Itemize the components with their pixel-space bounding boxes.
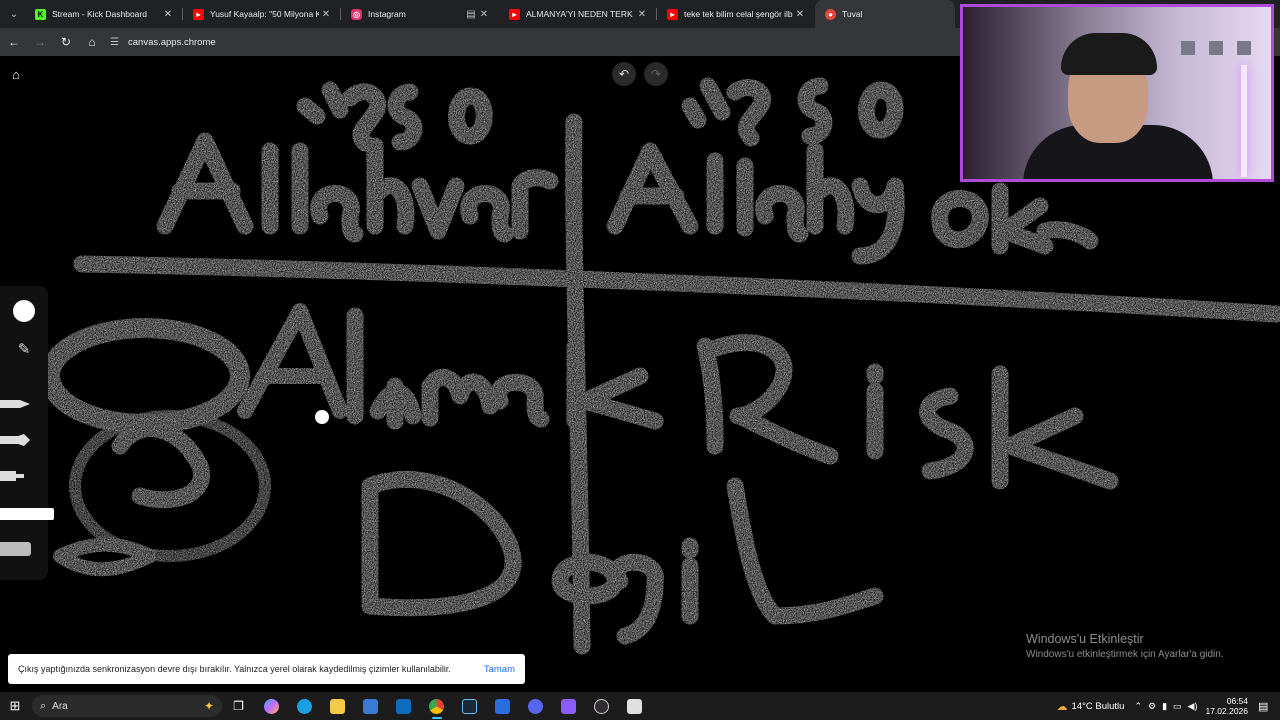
notifications-icon[interactable]: ▤ — [1258, 700, 1276, 713]
windows-start-icon[interactable]: ⊞ — [0, 692, 30, 720]
tab-youtube-3[interactable]: ▸ teke tek bilim celal şengör ilber ✕ — [657, 0, 815, 28]
activation-title: Windows'u Etkinleştir — [1026, 632, 1144, 646]
tab-close-icon[interactable]: ✕ — [477, 9, 491, 20]
snackbar-message: Çıkış yaptığınızda senkronizasyon devre … — [18, 664, 451, 674]
shelf-item — [1237, 41, 1251, 55]
tab-search-chevron-icon[interactable]: ⌄ — [3, 3, 25, 25]
marker-tool-icon[interactable] — [0, 434, 32, 446]
redo-icon[interactable]: ↷ — [644, 62, 668, 86]
obs-icon[interactable] — [585, 692, 618, 720]
snackbar-ok-button[interactable]: Tamam — [484, 664, 515, 675]
tab-close-icon[interactable]: ✕ — [635, 9, 649, 20]
tab-title: teke tek bilim celal şengör ilber — [684, 9, 793, 19]
usb-icon[interactable]: ▮ — [1162, 701, 1167, 712]
address-bar[interactable]: ☰ canvas.apps.chrome — [110, 31, 970, 53]
highlighter-tool-icon[interactable] — [0, 470, 32, 482]
stroke-width-selected[interactable] — [0, 508, 54, 520]
tab-canvas[interactable]: ● Tuval — [815, 0, 955, 28]
chrome-icon[interactable] — [420, 692, 453, 720]
app-window-icon[interactable] — [618, 692, 651, 720]
tab-youtube-1[interactable]: ▸ Yusuf Kayaalp: "50 Milyona Kan ✕ — [183, 0, 341, 28]
address-text: canvas.apps.chrome — [128, 36, 216, 48]
person-cap — [1061, 33, 1157, 75]
copilot-sparkle-icon: ✦ — [203, 699, 214, 713]
screen: ⌄ K Stream - Kick Dashboard ✕ ▸ Yusuf Ka… — [0, 0, 1280, 720]
tab-title: Yusuf Kayaalp: "50 Milyona Kan — [210, 9, 319, 19]
activation-watermark: Windows'u Etkinleştir Windows'u etkinleş… — [1026, 632, 1224, 660]
clock-date: 17.02.2026 — [1205, 706, 1248, 716]
file-explorer-icon[interactable] — [321, 692, 354, 720]
neon-light — [1241, 65, 1247, 177]
back-icon[interactable]: ← — [2, 30, 26, 54]
tray-app-icon[interactable]: ⚙ — [1148, 701, 1156, 712]
discord-icon[interactable] — [519, 692, 552, 720]
tab-kick[interactable]: K Stream - Kick Dashboard ✕ — [25, 0, 183, 28]
clock[interactable]: 06:54 17.02.2026 — [1205, 696, 1248, 716]
forward-icon[interactable]: → — [28, 30, 52, 54]
search-icon: ⌕ — [40, 699, 47, 712]
canvas-home-icon[interactable]: ⌂ — [6, 64, 26, 84]
tool-panel: ✎ — [0, 286, 54, 580]
webcam-overlay — [960, 4, 1274, 182]
steam-icon[interactable] — [453, 692, 486, 720]
undo-icon[interactable]: ↶ — [612, 62, 636, 86]
eraser-tool[interactable] — [0, 542, 31, 556]
app-purple-icon[interactable] — [552, 692, 585, 720]
youtube-icon: ▸ — [193, 8, 204, 20]
taskbar-search[interactable]: ⌕ Ara ✦ — [32, 695, 222, 717]
clock-time: 06:54 — [1226, 696, 1248, 706]
pencil-icon[interactable]: ✎ — [12, 338, 36, 360]
canvas-icon: ● — [825, 8, 836, 20]
task-view-icon[interactable]: ❐ — [222, 692, 255, 720]
tab-audio-icon[interactable]: ▤ — [465, 9, 477, 20]
tab-instagram[interactable]: ◎ Instagram ▤ ✕ — [341, 0, 499, 28]
volume-icon[interactable]: ◀) — [1188, 701, 1198, 712]
tab-title: Tuval — [842, 9, 863, 19]
tab-title: ALMANYA'YI NEDEN TERK EDİY — [526, 9, 635, 19]
tab-youtube-2[interactable]: ▸ ALMANYA'YI NEDEN TERK EDİY ✕ — [499, 0, 657, 28]
youtube-icon: ▸ — [509, 8, 520, 20]
network-icon[interactable]: ▭ — [1173, 701, 1182, 712]
copilot-icon[interactable] — [255, 692, 288, 720]
youtube-icon: ▸ — [667, 8, 678, 20]
shelf-item — [1181, 41, 1195, 55]
search-placeholder: Ara — [52, 700, 68, 712]
edge-icon[interactable] — [288, 692, 321, 720]
weather-text: 14°C Bulutlu — [1071, 700, 1125, 712]
tab-title: Stream - Kick Dashboard — [52, 9, 147, 19]
site-info-icon[interactable]: ☰ — [110, 37, 128, 48]
pen-tool-icon[interactable] — [0, 398, 32, 410]
weather-cloud-icon: ☁ — [1056, 700, 1068, 713]
divider-horizontal — [73, 255, 1280, 323]
activation-subtitle: Windows'u etkinleştirmek için Ayarlar'a … — [1026, 649, 1224, 660]
shelf-item — [1209, 41, 1223, 55]
color-picker-button[interactable] — [13, 300, 35, 322]
store-icon[interactable] — [354, 692, 387, 720]
weather-widget[interactable]: ☁ 14°C Bulutlu — [1057, 700, 1125, 713]
chevron-up-icon[interactable]: ⌃ — [1134, 701, 1142, 712]
tab-title: Instagram — [368, 9, 406, 19]
home-icon[interactable]: ⌂ — [80, 30, 104, 54]
tab-close-icon[interactable]: ✕ — [793, 9, 807, 20]
brush-cursor — [315, 410, 329, 424]
tab-close-icon[interactable]: ✕ — [161, 9, 175, 20]
kick-icon: K — [35, 8, 46, 20]
outlook-icon[interactable] — [387, 692, 420, 720]
instagram-icon: ◎ — [351, 8, 362, 20]
tab-close-icon[interactable]: ✕ — [319, 9, 333, 20]
reload-icon[interactable]: ↻ — [54, 30, 78, 54]
system-tray: ☁ 14°C Bulutlu ⌃ ⚙ ▮ ▭ ◀) 06:54 17.02.20… — [1057, 692, 1280, 720]
app-icon[interactable] — [486, 692, 519, 720]
taskbar: ⊞ ⌕ Ara ✦ ❐ ☁ 14°C Bulutlu ⌃ ⚙ ▮ ▭ ◀) 06… — [0, 692, 1280, 720]
sync-snackbar: Çıkış yaptığınızda senkronizasyon devre … — [8, 654, 525, 684]
tray-icons: ⌃ ⚙ ▮ ▭ ◀) — [1134, 701, 1197, 712]
